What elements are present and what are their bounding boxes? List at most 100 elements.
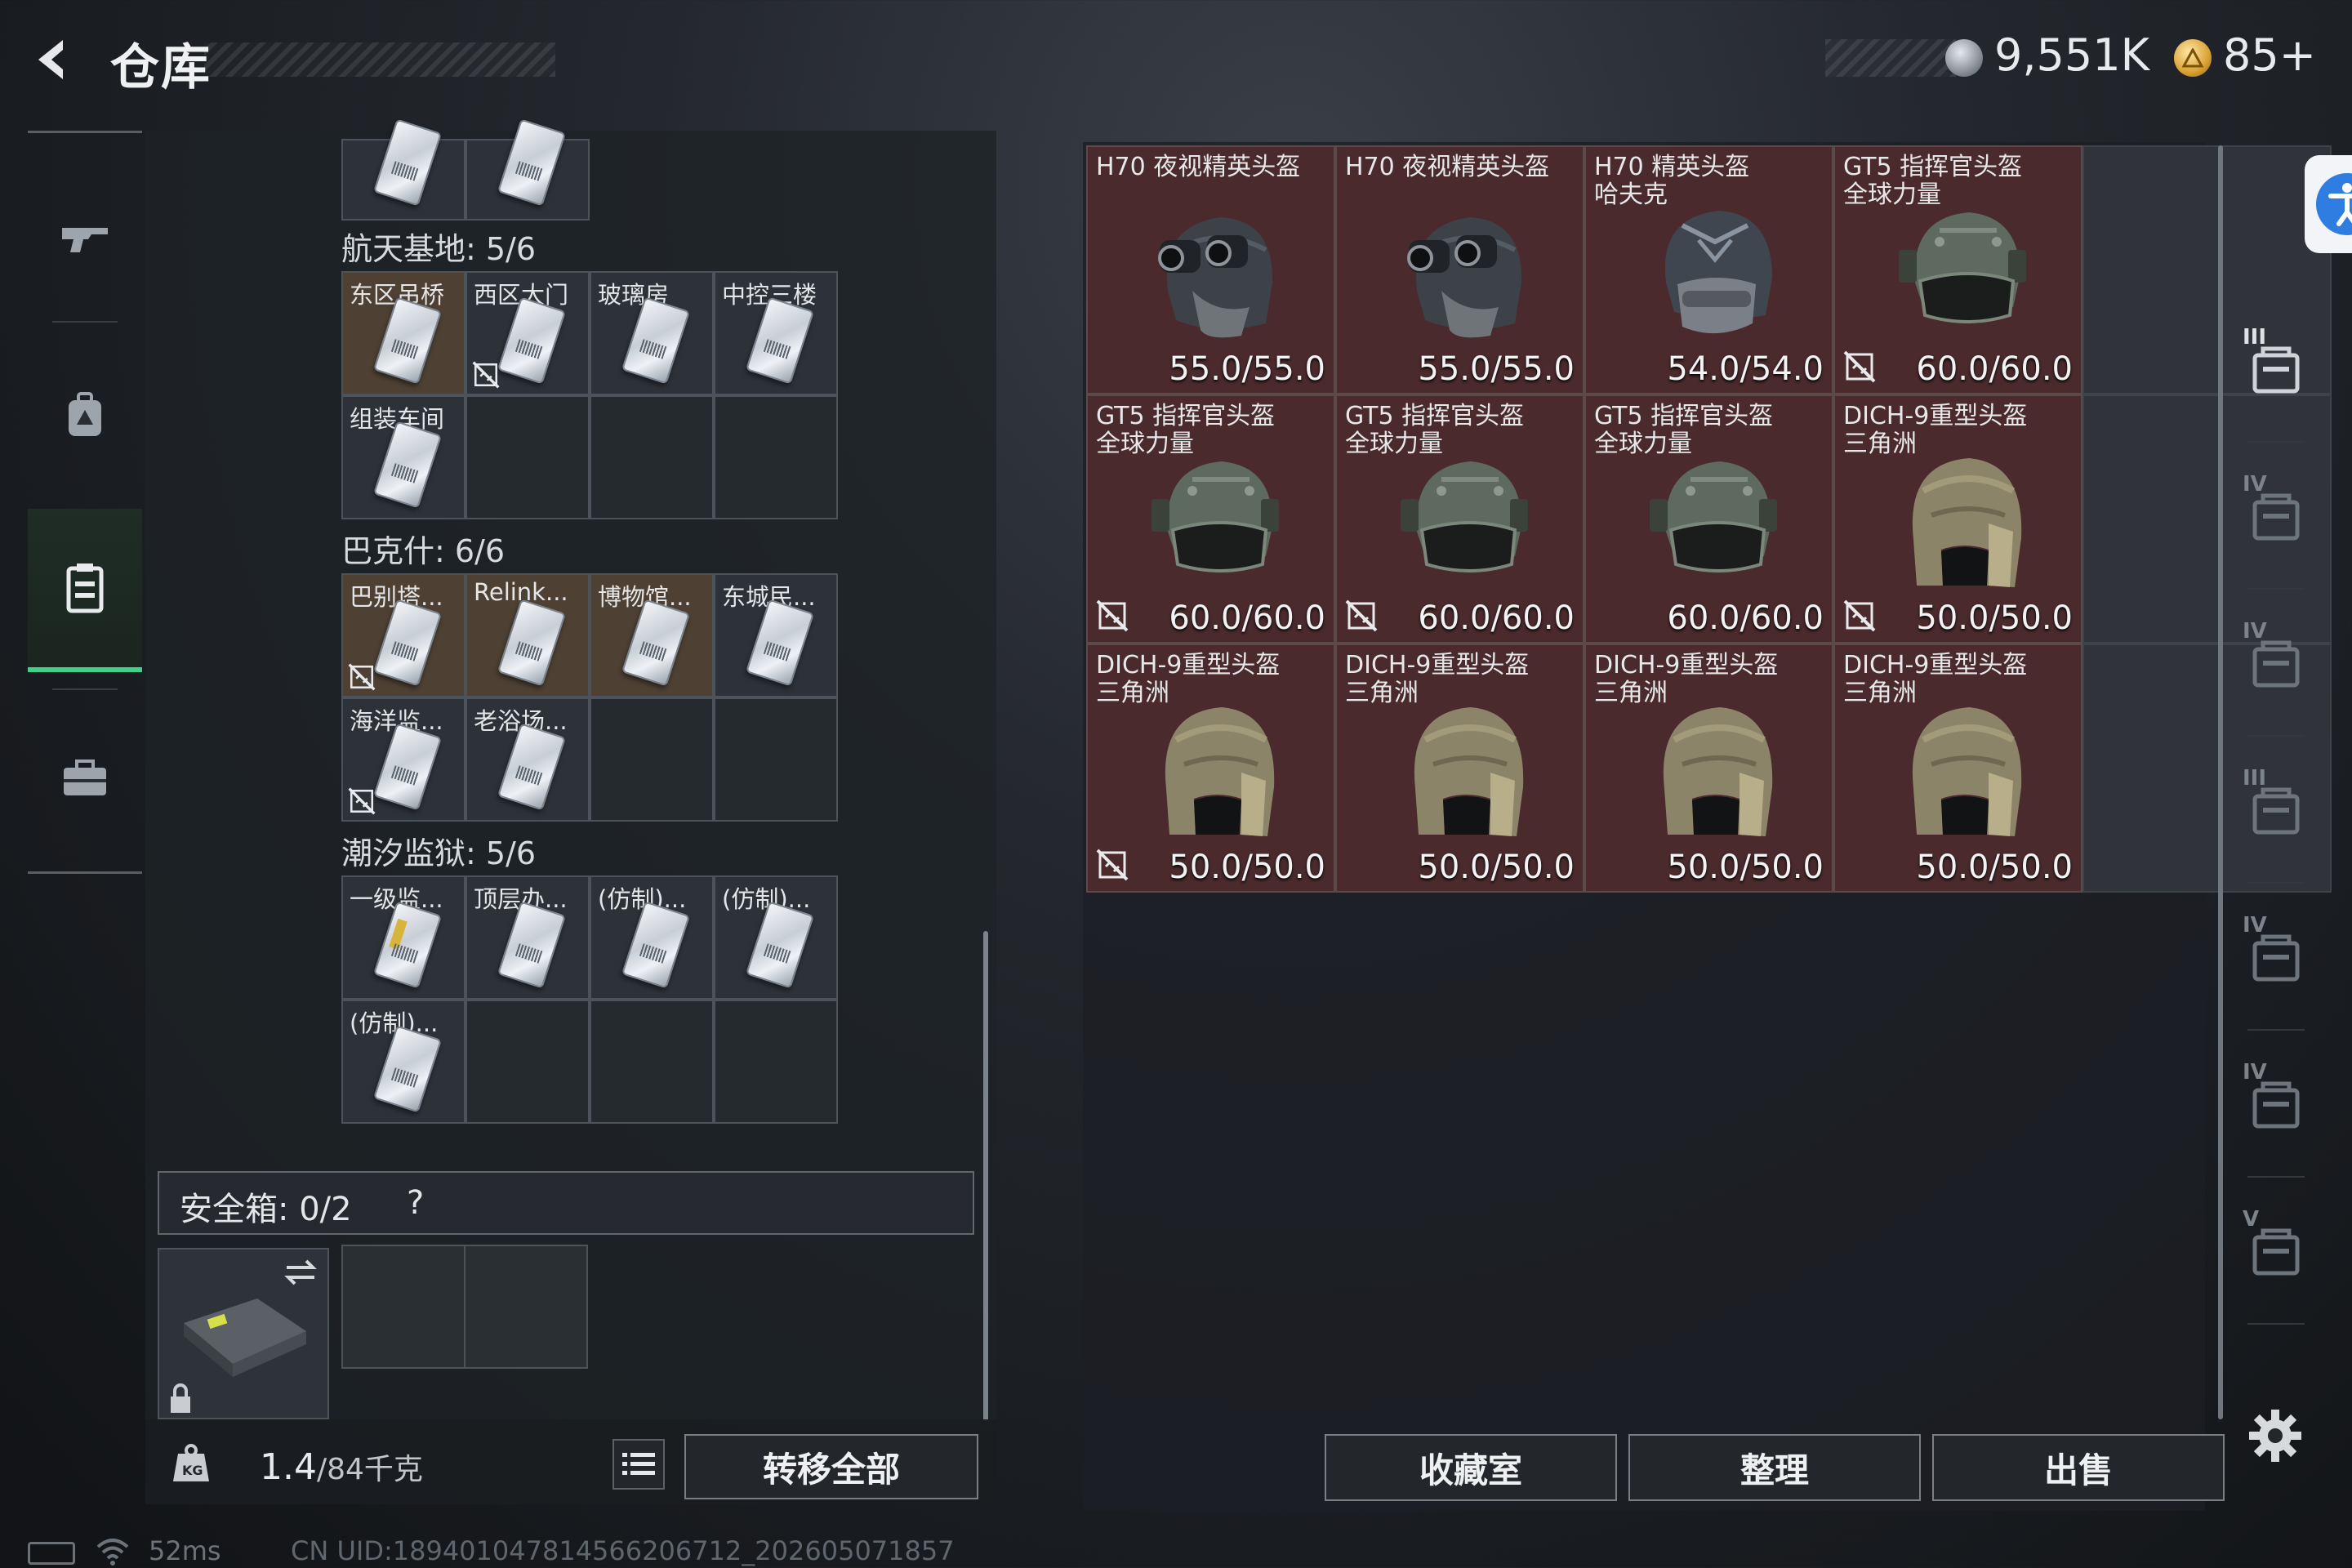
- helmet-durability: 55.0/55.0: [1169, 350, 1325, 388]
- helmet-item[interactable]: DICH-9重型头盔 三角洲 50.0/50.0: [1086, 644, 1335, 893]
- filter-tier-4[interactable]: III: [2231, 742, 2321, 880]
- no-link-icon: [1843, 350, 1876, 383]
- key-card-slot[interactable]: 顶层办...: [466, 875, 590, 1000]
- no-link-icon: [1843, 599, 1876, 632]
- stash-scrollbar[interactable]: [2218, 145, 2223, 1419]
- helmet-durability: 50.0/50.0: [1916, 849, 2073, 886]
- helmet-durability: 60.0/60.0: [1169, 599, 1325, 637]
- helmet-name-line1: H70 夜视精英头盔: [1096, 153, 1301, 181]
- key-card-slot[interactable]: 组装车间: [341, 395, 466, 519]
- accessibility-button[interactable]: [2305, 155, 2352, 253]
- nav-backpack[interactable]: [28, 333, 142, 497]
- empty-slot[interactable]: [714, 395, 838, 519]
- key-card-slot[interactable]: [466, 118, 590, 220]
- helmet-item[interactable]: GT5 指挥官头盔 全球力量 60.0/60.0: [1584, 394, 1833, 644]
- section-grid: 巴别塔... Relink... 博物馆... 东城民... 海洋监... 老浴场...: [341, 573, 838, 822]
- tier-label: V: [2243, 1207, 2260, 1232]
- helmet-item[interactable]: H70 夜视精英头盔 55.0/55.0: [1335, 145, 1584, 394]
- helmet-name: H70 夜视精英头盔: [1345, 154, 1549, 181]
- key-card-slot[interactable]: Relink...: [466, 573, 590, 697]
- helmet-item[interactable]: DICH-9重型头盔 三角洲 50.0/50.0: [1833, 394, 2082, 644]
- filter-tier-7[interactable]: V: [2231, 1183, 2321, 1321]
- transfer-all-button[interactable]: 转移全部: [684, 1434, 978, 1499]
- helmet-item[interactable]: GT5 指挥官头盔 全球力量 60.0/60.0: [1833, 145, 2082, 394]
- empty-slot[interactable]: [714, 697, 838, 822]
- helmet-item[interactable]: DICH-9重型头盔 三角洲 50.0/50.0: [1335, 644, 1584, 893]
- helmet-item[interactable]: DICH-9重型头盔 三角洲 50.0/50.0: [1584, 644, 1833, 893]
- swap-icon[interactable]: [282, 1256, 319, 1289]
- key-card-slot[interactable]: 博物馆...: [590, 573, 714, 697]
- empty-slot[interactable]: [590, 1000, 714, 1124]
- sell-button[interactable]: 出售: [1932, 1434, 2225, 1501]
- filter-tier-5[interactable]: IV: [2231, 889, 2321, 1027]
- back-arrow-icon[interactable]: [24, 31, 82, 88]
- ping-readout: 52ms: [149, 1535, 221, 1566]
- key-card-slot[interactable]: 海洋监...: [341, 697, 466, 822]
- night-vision-helmet-icon: [1407, 217, 1522, 338]
- helmet-durability: 60.0/60.0: [1418, 599, 1575, 637]
- helmet-name-line1: GT5 指挥官头盔: [1345, 402, 1525, 430]
- helmet-item[interactable]: DICH-9重型头盔 三角洲 50.0/50.0: [1833, 644, 2082, 893]
- key-card-slot[interactable]: 老浴场...: [466, 697, 590, 822]
- helmet-icon: [1664, 211, 1772, 334]
- helmet-name-line1: H70 夜视精英头盔: [1345, 153, 1550, 181]
- safe-box-count: 0/2: [299, 1191, 352, 1228]
- filter-tier-2[interactable]: IV: [2231, 448, 2321, 586]
- key-card-slot[interactable]: 东区吊桥: [341, 271, 466, 395]
- safe-box-label: 安全箱: 0/2: [180, 1191, 352, 1228]
- warehouse-icon: [66, 564, 104, 613]
- no-link-icon: [1096, 599, 1129, 632]
- container-scrollbar[interactable]: [983, 931, 988, 1421]
- empty-slot[interactable]: [590, 697, 714, 822]
- empty-slot[interactable]: [466, 1000, 590, 1124]
- helmet-item[interactable]: H70 夜视精英头盔 55.0/55.0: [1086, 145, 1335, 394]
- gold-currency-amount[interactable]: 85+: [2223, 29, 2316, 81]
- nav-warehouse[interactable]: [28, 509, 142, 672]
- helmet-icon: [1401, 461, 1528, 572]
- tier-label: III: [2243, 766, 2267, 791]
- key-card-slot[interactable]: 一级监...: [341, 875, 466, 1000]
- key-card-slot[interactable]: 巴别塔...: [341, 573, 466, 697]
- organize-button[interactable]: 整理: [1628, 1434, 1921, 1501]
- nav-toolbox[interactable]: [28, 697, 142, 860]
- key-card-slot[interactable]: 西区大门: [466, 271, 590, 395]
- key-card-slot[interactable]: (仿制)...: [714, 875, 838, 1000]
- toolbox-icon: [64, 760, 106, 795]
- safe-slot[interactable]: [464, 1245, 588, 1369]
- key-card-slot[interactable]: 中控三楼: [714, 271, 838, 395]
- safe-case-slot[interactable]: [158, 1248, 329, 1419]
- key-card-slot[interactable]: 东城民...: [714, 573, 838, 697]
- weight-icon: KG: [170, 1442, 212, 1485]
- empty-slot[interactable]: [714, 1000, 838, 1124]
- helmet-name: DICH-9重型头盔 三角洲: [1594, 652, 1778, 707]
- helmet-grid: H70 夜视精英头盔 55.0/55.0 H70 夜视精英头盔 55.0/55.0 H7…: [1086, 145, 2332, 893]
- helmet-item[interactable]: GT5 指挥官头盔 全球力量 60.0/60.0: [1086, 394, 1335, 644]
- helmet-name: DICH-9重型头盔 三角洲: [1345, 652, 1529, 707]
- gear-icon[interactable]: [2246, 1406, 2305, 1465]
- helmet-faction: 全球力量: [1843, 180, 1941, 209]
- silver-currency-amount[interactable]: 9,551K: [1994, 29, 2149, 81]
- key-card-slot[interactable]: (仿制)...: [590, 875, 714, 1000]
- section-title: 巴克什: 6/6: [341, 533, 506, 569]
- key-card-slot[interactable]: [341, 118, 466, 220]
- gun-icon: [62, 228, 108, 252]
- no-link-icon: [1345, 599, 1378, 632]
- safe-slot[interactable]: [341, 1245, 466, 1369]
- empty-slot[interactable]: [590, 395, 714, 519]
- key-card-slot[interactable]: 玻璃房: [590, 271, 714, 395]
- filter-tier-3[interactable]: IV: [2231, 595, 2321, 733]
- empty-slot[interactable]: [466, 395, 590, 519]
- safe-box-help-button[interactable]: ?: [407, 1184, 424, 1222]
- filter-tier-1[interactable]: III: [2231, 301, 2321, 439]
- helmet-durability: 60.0/60.0: [1667, 599, 1824, 637]
- collection-room-button[interactable]: 收藏室: [1325, 1434, 1617, 1501]
- list-view-button[interactable]: [612, 1439, 665, 1490]
- page-title: 仓库: [110, 39, 212, 96]
- filter-tier-6[interactable]: IV: [2231, 1036, 2321, 1174]
- weight-readout: 1.4/84千克: [260, 1446, 423, 1488]
- helmet-item[interactable]: H70 精英头盔 哈夫克 54.0/54.0: [1584, 145, 1833, 394]
- nav-weapons[interactable]: [28, 158, 142, 321]
- helmet-item[interactable]: GT5 指挥官头盔 全球力量 60.0/60.0: [1335, 394, 1584, 644]
- key-card-slot[interactable]: (仿制)...: [341, 1000, 466, 1124]
- helmet-name-line1: DICH-9重型头盔: [1594, 651, 1779, 679]
